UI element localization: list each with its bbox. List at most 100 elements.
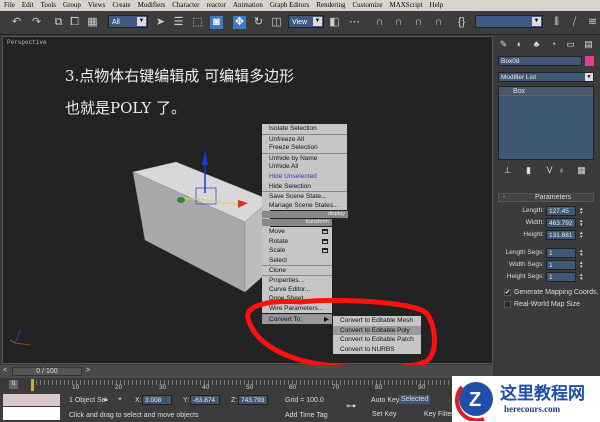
settings-box-icon[interactable] — [322, 248, 328, 254]
height-label: Height: — [523, 231, 544, 238]
show-end-result-icon[interactable]: ▮ — [523, 165, 534, 176]
width-field[interactable]: 463.792 — [546, 218, 576, 228]
menu-item-unhide-all[interactable]: Unhide All — [262, 162, 347, 172]
menu-item-clone[interactable]: Clone — [262, 265, 332, 275]
menu-item-properties[interactable]: Properties... — [262, 275, 332, 285]
menu-item-save-scene-state[interactable]: Save Scene State... — [262, 191, 347, 201]
tick-50: 50 — [246, 384, 254, 391]
set-key-button[interactable]: Set Key — [372, 411, 397, 418]
auto-key-button[interactable]: Auto Key — [371, 397, 399, 404]
menu-item-hide-selection[interactable]: Hide Selection — [262, 181, 347, 192]
command-panel: ✎ ◐ ♣ ◔ ▭ ▤ Box08 Modifier List ▼ Box ⊥ ▮… — [494, 35, 600, 365]
generate-mapping-label: Generate Mapping Coords. — [514, 289, 599, 296]
submenu-item-editable-poly[interactable]: Convert to Editable Poly — [333, 325, 421, 336]
create-tab-icon[interactable]: ✎ — [498, 39, 509, 50]
length-segs-spinner[interactable]: ▴ ▾ — [580, 249, 585, 258]
menu-item-curve-editor[interactable]: Curve Editor... — [262, 284, 332, 295]
parameters-rollout-header[interactable]: - Parameters — [498, 193, 594, 202]
menu-item-freeze-selection[interactable]: Freeze Selection — [262, 143, 347, 153]
maxscript-listener-white[interactable] — [3, 407, 60, 420]
next-frame-icon[interactable]: > — [86, 367, 90, 374]
menu-item-move[interactable]: Move — [262, 227, 332, 237]
menu-item-hide-unselected[interactable]: Hide Unselected — [262, 172, 347, 182]
height-field[interactable]: 131.881 — [546, 230, 576, 240]
stack-item-box[interactable]: Box — [499, 87, 593, 96]
watermark-url: herecours.com — [504, 404, 561, 414]
world-axis-tripod — [9, 329, 31, 346]
z-coord-field[interactable]: 743.793 — [238, 395, 268, 405]
menu-item-scale[interactable]: Scale — [262, 246, 332, 256]
maxscript-listener-pink[interactable] — [3, 394, 60, 406]
prev-frame-icon[interactable]: < — [3, 367, 7, 374]
menu-item-unhide-by-name[interactable]: Unhide by Name — [262, 152, 347, 163]
object-name-field[interactable]: Box08 — [498, 56, 582, 66]
configure-sets-icon[interactable]: ▦ — [576, 165, 587, 176]
x-coord-field[interactable]: 3.008 — [142, 395, 172, 405]
modifier-list-label: Modifier List — [501, 74, 537, 81]
add-time-tag-button[interactable]: Add Time Tag — [285, 412, 328, 419]
width-segs-field[interactable]: 1 — [546, 260, 576, 270]
height-segs-spinner[interactable]: ▴ ▾ — [580, 273, 585, 282]
key-filter-selection-dropdown[interactable]: Selected — [399, 395, 431, 404]
watermark-logo-icon: Z — [454, 382, 493, 421]
object-color-swatch[interactable] — [585, 56, 594, 66]
display-tab-icon[interactable]: ▭ — [565, 39, 576, 50]
tick-80: 80 — [375, 384, 383, 391]
hierarchy-tab-icon[interactable]: ♣ — [531, 39, 542, 50]
modify-tab-icon[interactable]: ◐ — [514, 39, 525, 50]
motion-tab-icon[interactable]: ◔ — [548, 39, 559, 50]
settings-box-icon[interactable] — [322, 238, 328, 244]
tick-30: 30 — [159, 384, 167, 391]
submenu-item-nurbs[interactable]: Convert to NURBS — [333, 344, 421, 355]
absolute-mode-icon[interactable]: ⌖ — [118, 396, 122, 404]
box-object[interactable] — [132, 161, 271, 293]
tick-70: 70 — [332, 384, 340, 391]
length-field[interactable]: 127.45 — [546, 206, 576, 216]
length-segs-field[interactable]: 1 — [546, 248, 576, 258]
height-segs-field[interactable]: 1 — [546, 272, 576, 282]
submenu-item-editable-mesh[interactable]: Convert to Editable Mesh — [333, 316, 421, 326]
menu-item-label: Scale — [269, 247, 286, 255]
utilities-tab-icon[interactable]: ▤ — [583, 39, 594, 50]
time-marker[interactable] — [31, 379, 34, 391]
set-key-icon[interactable]: ⊶ — [346, 401, 356, 412]
grid-size: Grid = 100.0 — [285, 397, 324, 404]
y-coord-field[interactable]: -63.874 — [190, 395, 220, 405]
width-segs-spinner[interactable]: ▴ ▾ — [580, 261, 585, 270]
width-spinner[interactable]: ▴ ▾ — [580, 219, 585, 228]
menu-item-convert-to[interactable]: Convert To: ▶ — [262, 314, 332, 324]
watermark-title: 这里教程网 — [500, 384, 585, 404]
tick-90: 90 — [418, 384, 426, 391]
real-world-map-checkbox[interactable] — [504, 301, 511, 308]
make-unique-icon[interactable]: V — [544, 165, 555, 176]
menu-item-manage-scene-states[interactable]: Manage Scene States... — [262, 200, 347, 211]
display-quad-header: display — [262, 211, 348, 218]
modifier-list-dropdown[interactable]: Modifier List ▼ — [498, 72, 594, 82]
menu-item-select[interactable]: Select — [262, 255, 332, 266]
menu-item-isolate-selection[interactable]: Isolate Selection — [262, 124, 347, 134]
submenu-item-editable-patch[interactable]: Convert to Editable Patch — [333, 335, 421, 345]
modifier-stack: Box — [498, 86, 594, 160]
menu-item-label: Move — [269, 228, 285, 235]
mini-curve-editor-icon[interactable]: ⇅ — [9, 380, 18, 389]
lock-icon[interactable]: 🔒︎ — [104, 396, 108, 404]
length-segs-label: Length Segs: — [505, 249, 544, 256]
height-spinner[interactable]: ▴ ▾ — [580, 231, 585, 240]
menu-item-dope-sheet[interactable]: Dope Sheet... — [262, 294, 332, 304]
x-label: X: — [135, 397, 142, 404]
settings-box-icon[interactable] — [322, 229, 328, 234]
pin-stack-icon[interactable]: ⊥ — [502, 165, 513, 176]
prompt-line: Click and drag to select and move object… — [69, 412, 199, 419]
rollout-title: Parameters — [535, 194, 572, 201]
menu-item-wire-parameters[interactable]: Wire Parameters... — [262, 303, 332, 314]
menu-item-rotate[interactable]: Rotate — [262, 236, 332, 247]
tick-20: 20 — [115, 384, 123, 391]
rollout-toggle: - — [503, 194, 506, 201]
generate-mapping-checkbox[interactable]: ✔ — [504, 289, 511, 296]
tick-10: 10 — [72, 384, 80, 391]
length-spinner[interactable]: ▴ ▾ — [580, 207, 585, 216]
menu-item-unfreeze-all[interactable]: Unfreeze All — [262, 133, 347, 144]
time-slider[interactable]: 0 / 100 — [12, 367, 82, 376]
width-label: Width: — [525, 219, 544, 226]
remove-modifier-icon[interactable]: ♁ — [556, 165, 567, 176]
